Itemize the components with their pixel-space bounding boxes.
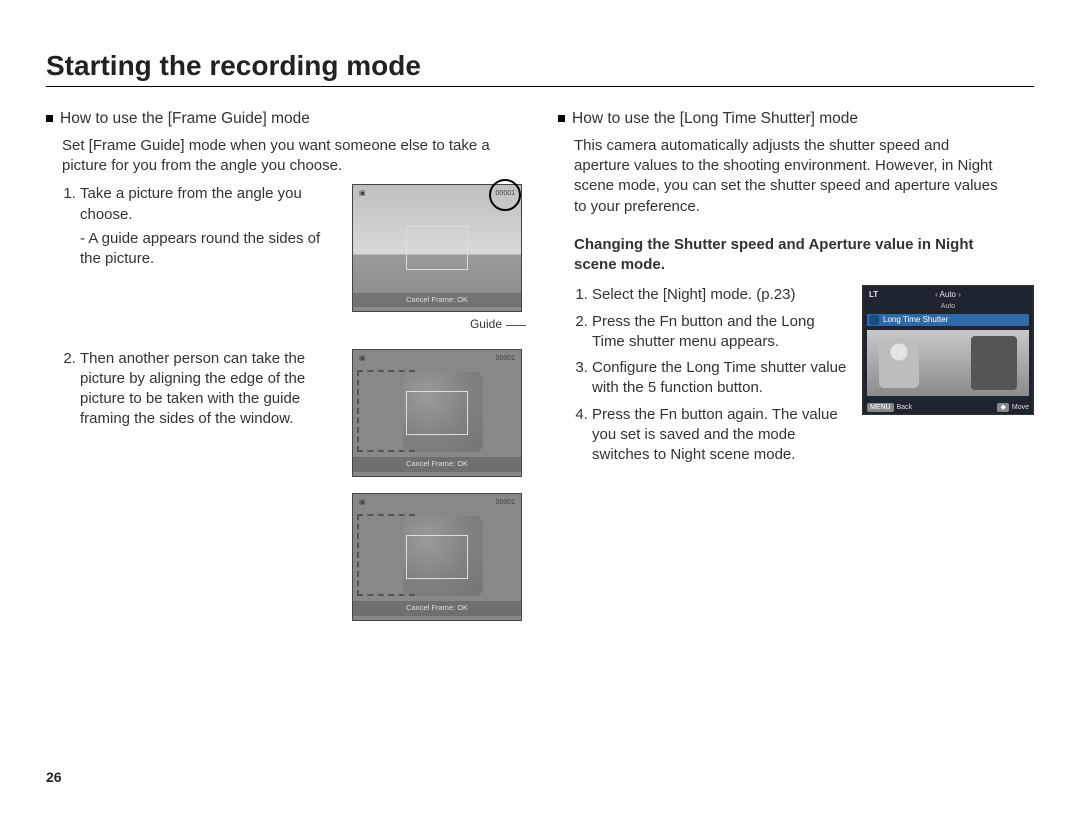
intro-frame-guide: Set [Frame Guide] mode when you want som… (62, 136, 492, 177)
step-1: Take a picture from the angle you choose… (80, 184, 338, 269)
bold-heading-change-shutter: Changing the Shutter speed and Aperture … (574, 235, 1004, 276)
col-frame-guide: How to use the [Frame Guide] mode Set [F… (46, 109, 522, 653)
step-1-text: Take a picture from the angle you choose… (80, 185, 302, 222)
guide-callout-label: Guide (352, 316, 526, 332)
screenshot-frame-2: ▣00001 Cancel Frame: OK (352, 349, 522, 477)
bullet-icon (46, 115, 53, 122)
subhead-frame-guide: How to use the [Frame Guide] mode (46, 109, 522, 130)
lt-foot-back: MENUBack (867, 403, 912, 412)
subhead-text: How to use the [Frame Guide] mode (60, 109, 310, 130)
screenshot-lt-menu: LT Auto Auto Long Time Shutter MENUBack … (862, 285, 1034, 415)
subhead-text: How to use the [Long Time Shutter] mode (572, 109, 858, 130)
lt-menu-bar: Long Time Shutter (867, 314, 1029, 326)
screenshot-frame-1: ▣00001 Cancel Frame: OK Guide (352, 184, 522, 332)
screenshot-frame-3: ▣00001 Cancel Frame: OK (352, 493, 522, 621)
lt-tab: Auto (863, 290, 1033, 301)
lt-step-4: Press the Fn button again. The value you… (592, 405, 848, 466)
lt-step-3: Configure the Long Time shutter value wi… (592, 358, 848, 399)
osd-cancel-frame: Cancel Frame: OK (353, 457, 521, 471)
lt-foot-move: ◆Move (997, 403, 1029, 412)
osd-counter: 00001 (496, 354, 515, 363)
lt-step-2: Press the Fn button and the Long Time sh… (592, 312, 848, 353)
page-number: 26 (46, 769, 62, 785)
step-1-note: - A guide appears round the sides of the… (80, 229, 338, 270)
lt-tab-sub: Auto (863, 302, 1033, 311)
lt-step-1: Select the [Night] mode. (p.23) (592, 285, 848, 305)
step-2: Then another person can take the picture… (80, 349, 338, 430)
subhead-long-time: How to use the [Long Time Shutter] mode (558, 109, 1034, 130)
osd-counter: 00001 (496, 189, 515, 198)
page-title: Starting the recording mode (46, 50, 1034, 87)
bullet-icon (558, 115, 565, 122)
intro-long-time: This camera automatically adjusts the sh… (574, 136, 1004, 217)
osd-counter: 00001 (496, 498, 515, 507)
col-long-time-shutter: How to use the [Long Time Shutter] mode … (558, 109, 1034, 653)
osd-cancel-frame: Cancel Frame: OK (353, 293, 521, 307)
osd-cancel-frame: Cancel Frame: OK (353, 601, 521, 615)
